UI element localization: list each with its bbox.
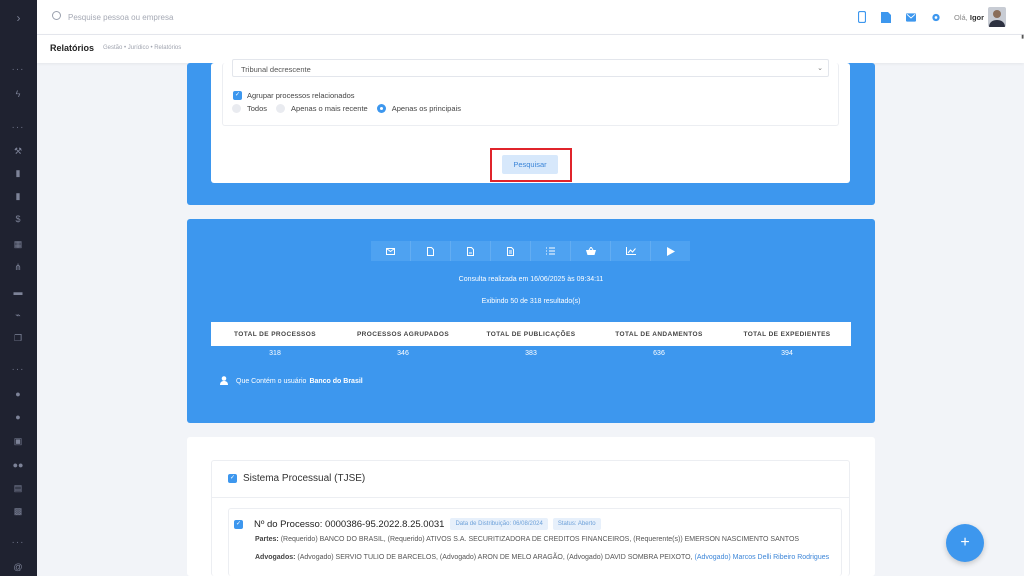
group-processes-checkbox[interactable]: ✓ Agrupar processos relacionados — [233, 91, 355, 100]
at-icon[interactable]: @ — [8, 560, 28, 574]
folder-icon[interactable]: ▬ — [8, 285, 28, 299]
stat-value: 318 — [269, 350, 281, 357]
user-name: Igor — [969, 13, 985, 22]
file-icon[interactable]: ▮ — [8, 189, 28, 203]
play-icon[interactable] — [651, 241, 690, 261]
system-title-label: Sistema Processual (TJSE) — [243, 473, 366, 484]
stat-value: 383 — [525, 350, 537, 357]
checkbox-checked-icon[interactable]: ✓ — [233, 91, 242, 100]
doc-icon[interactable] — [491, 241, 531, 261]
expand-sidebar-icon[interactable]: › — [0, 0, 37, 35]
user-filter: Que Contém o usuário Banco do Brasil — [220, 376, 363, 387]
copy-icon[interactable]: ❐ — [8, 331, 28, 345]
chart-icon[interactable]: ⌁ — [8, 308, 28, 322]
section-dots-icon: ··· — [11, 122, 25, 133]
exibindo-text: Exibindo 50 de 318 resultado(s) — [481, 298, 581, 305]
stats-header: TOTAL DE PROCESSOS PROCESSOS AGRUPADOS T… — [211, 322, 851, 346]
avatar[interactable] — [988, 7, 1006, 27]
stat-value: 394 — [781, 350, 793, 357]
checkbox-checked-icon[interactable]: ✓ — [228, 474, 237, 483]
dollar-icon[interactable]: $ — [8, 212, 28, 226]
process-header: ✓ Nº do Processo: 0000386-95.2022.8.25.0… — [234, 518, 606, 530]
stat-label: TOTAL DE EXPEDIENTES — [743, 330, 831, 338]
chevron-down-icon: ⌄ — [817, 65, 823, 72]
system-title[interactable]: ✓ Sistema Processual (TJSE) — [228, 473, 365, 484]
radio-label: Apenas o mais recente — [291, 104, 368, 113]
order-select[interactable]: Tribunal decrescente ⌄ — [232, 59, 829, 77]
user-icon — [220, 376, 228, 387]
section-dots-icon: ··· — [11, 364, 25, 375]
radio-icon[interactable] — [276, 104, 286, 113]
parts-label: Partes: — [255, 536, 279, 543]
lawyers-text: (Advogado) SERVIO TULIO DE BARCELOS, (Ad… — [297, 554, 693, 561]
stat-label: TOTAL DE PROCESSOS — [234, 330, 316, 338]
file-icon[interactable] — [411, 241, 451, 261]
group-radio-group: Todos Apenas o mais recente Apenas os pr… — [232, 104, 470, 113]
consulta-text: Consulta realizada em 16/06/2025 às 09:3… — [458, 276, 604, 283]
section-dots-icon: ··· — [11, 64, 25, 75]
basket-icon[interactable] — [571, 241, 611, 261]
document-icon[interactable]: ▮ — [8, 166, 28, 180]
briefcase-icon[interactable]: ▣ — [8, 434, 28, 448]
group-processes-label: Agrupar processos relacionados — [247, 91, 355, 100]
radio-icon[interactable] — [232, 104, 241, 113]
network-icon[interactable]: ⋔ — [8, 260, 28, 274]
list-icon[interactable] — [531, 241, 571, 261]
chart-icon[interactable] — [611, 241, 651, 261]
phone-icon[interactable] — [857, 11, 867, 23]
calendar-icon[interactable]: ▦ — [8, 237, 28, 251]
file-icon[interactable] — [881, 11, 891, 23]
radio-label: Todos — [247, 104, 268, 113]
stats-values: 318 346 383 636 394 — [211, 350, 851, 357]
user-filter-prefix: Que Contém o usuário — [236, 378, 307, 385]
hammer-icon[interactable]: ⚒ — [8, 144, 28, 158]
lawyers-label: Advogados: — [255, 554, 296, 561]
status-badge: Status: Aberto — [552, 518, 601, 530]
add-button[interactable]: + — [946, 524, 984, 562]
stat-label: TOTAL DE PUBLICAÇÕES — [486, 330, 576, 338]
gift-icon[interactable]: ▩ — [8, 504, 28, 518]
parts-text: (Requerido) BANCO DO BRASIL, (Requerido)… — [280, 536, 800, 543]
process-number[interactable]: Nº do Processo: 0000386-95.2022.8.25.003… — [254, 519, 444, 530]
order-select-value: Tribunal decrescente — [241, 65, 311, 74]
user-edit-icon[interactable]: ● — [8, 410, 28, 424]
pdf-icon[interactable] — [451, 241, 491, 261]
gear-icon[interactable] — [931, 11, 941, 23]
radio-principais[interactable]: Apenas os principais — [376, 104, 461, 113]
mail-icon[interactable] — [906, 11, 916, 23]
stat-label: PROCESSOS AGRUPADOS — [356, 330, 450, 338]
process-parts: Partes: (Requerido) BANCO DO BRASIL, (Re… — [255, 535, 835, 545]
mail-icon[interactable] — [371, 241, 411, 261]
user-filter-name: Banco do Brasil — [309, 378, 363, 385]
greeting-prefix: Olá, — [954, 13, 968, 22]
distribution-badge: Data de Distribuição: 06/08/2024 — [450, 518, 548, 530]
checkbox-checked-icon[interactable]: ✓ — [234, 519, 243, 529]
bolt-icon[interactable]: ϟ — [8, 87, 28, 101]
users-icon[interactable]: ●● — [8, 458, 28, 472]
breadcrumb[interactable]: Gestão • Jurídico • Relatórios — [103, 45, 181, 51]
greeting: Olá, Igor — [954, 13, 984, 22]
user-icon[interactable]: ● — [8, 387, 28, 401]
radio-selected-icon[interactable] — [376, 104, 386, 113]
export-toolbar — [371, 241, 690, 261]
search-button[interactable]: Pesquisar — [502, 155, 558, 174]
sidebar: › ··· ϟ ··· ⚒ ▮ ▮ $ ▦ ⋔ ▬ ⌁ ❐ ··· ● ● ▣ … — [0, 0, 37, 576]
radio-label: Apenas os principais — [391, 104, 461, 113]
radio-todos[interactable]: Todos — [232, 104, 267, 113]
lawyer-link[interactable]: (Advogado) Marcos Delli Ribeiro Rodrigue… — [695, 554, 830, 561]
search-input[interactable] — [68, 9, 288, 25]
stat-value: 346 — [397, 350, 409, 357]
process-lawyers: Advogados: (Advogado) SERVIO TULIO DE BA… — [255, 553, 835, 563]
divider — [211, 497, 850, 498]
section-dots-icon: ··· — [11, 537, 25, 548]
id-card-icon[interactable]: ▤ — [8, 481, 28, 495]
radio-mais-recente[interactable]: Apenas o mais recente — [276, 104, 368, 113]
page-title: Relatórios — [50, 43, 95, 53]
stat-value: 636 — [653, 350, 665, 357]
stat-label: TOTAL DE ANDAMENTOS — [615, 330, 703, 338]
top-bar: Olá, Igor — [37, 0, 1024, 35]
search-icon — [52, 11, 61, 20]
